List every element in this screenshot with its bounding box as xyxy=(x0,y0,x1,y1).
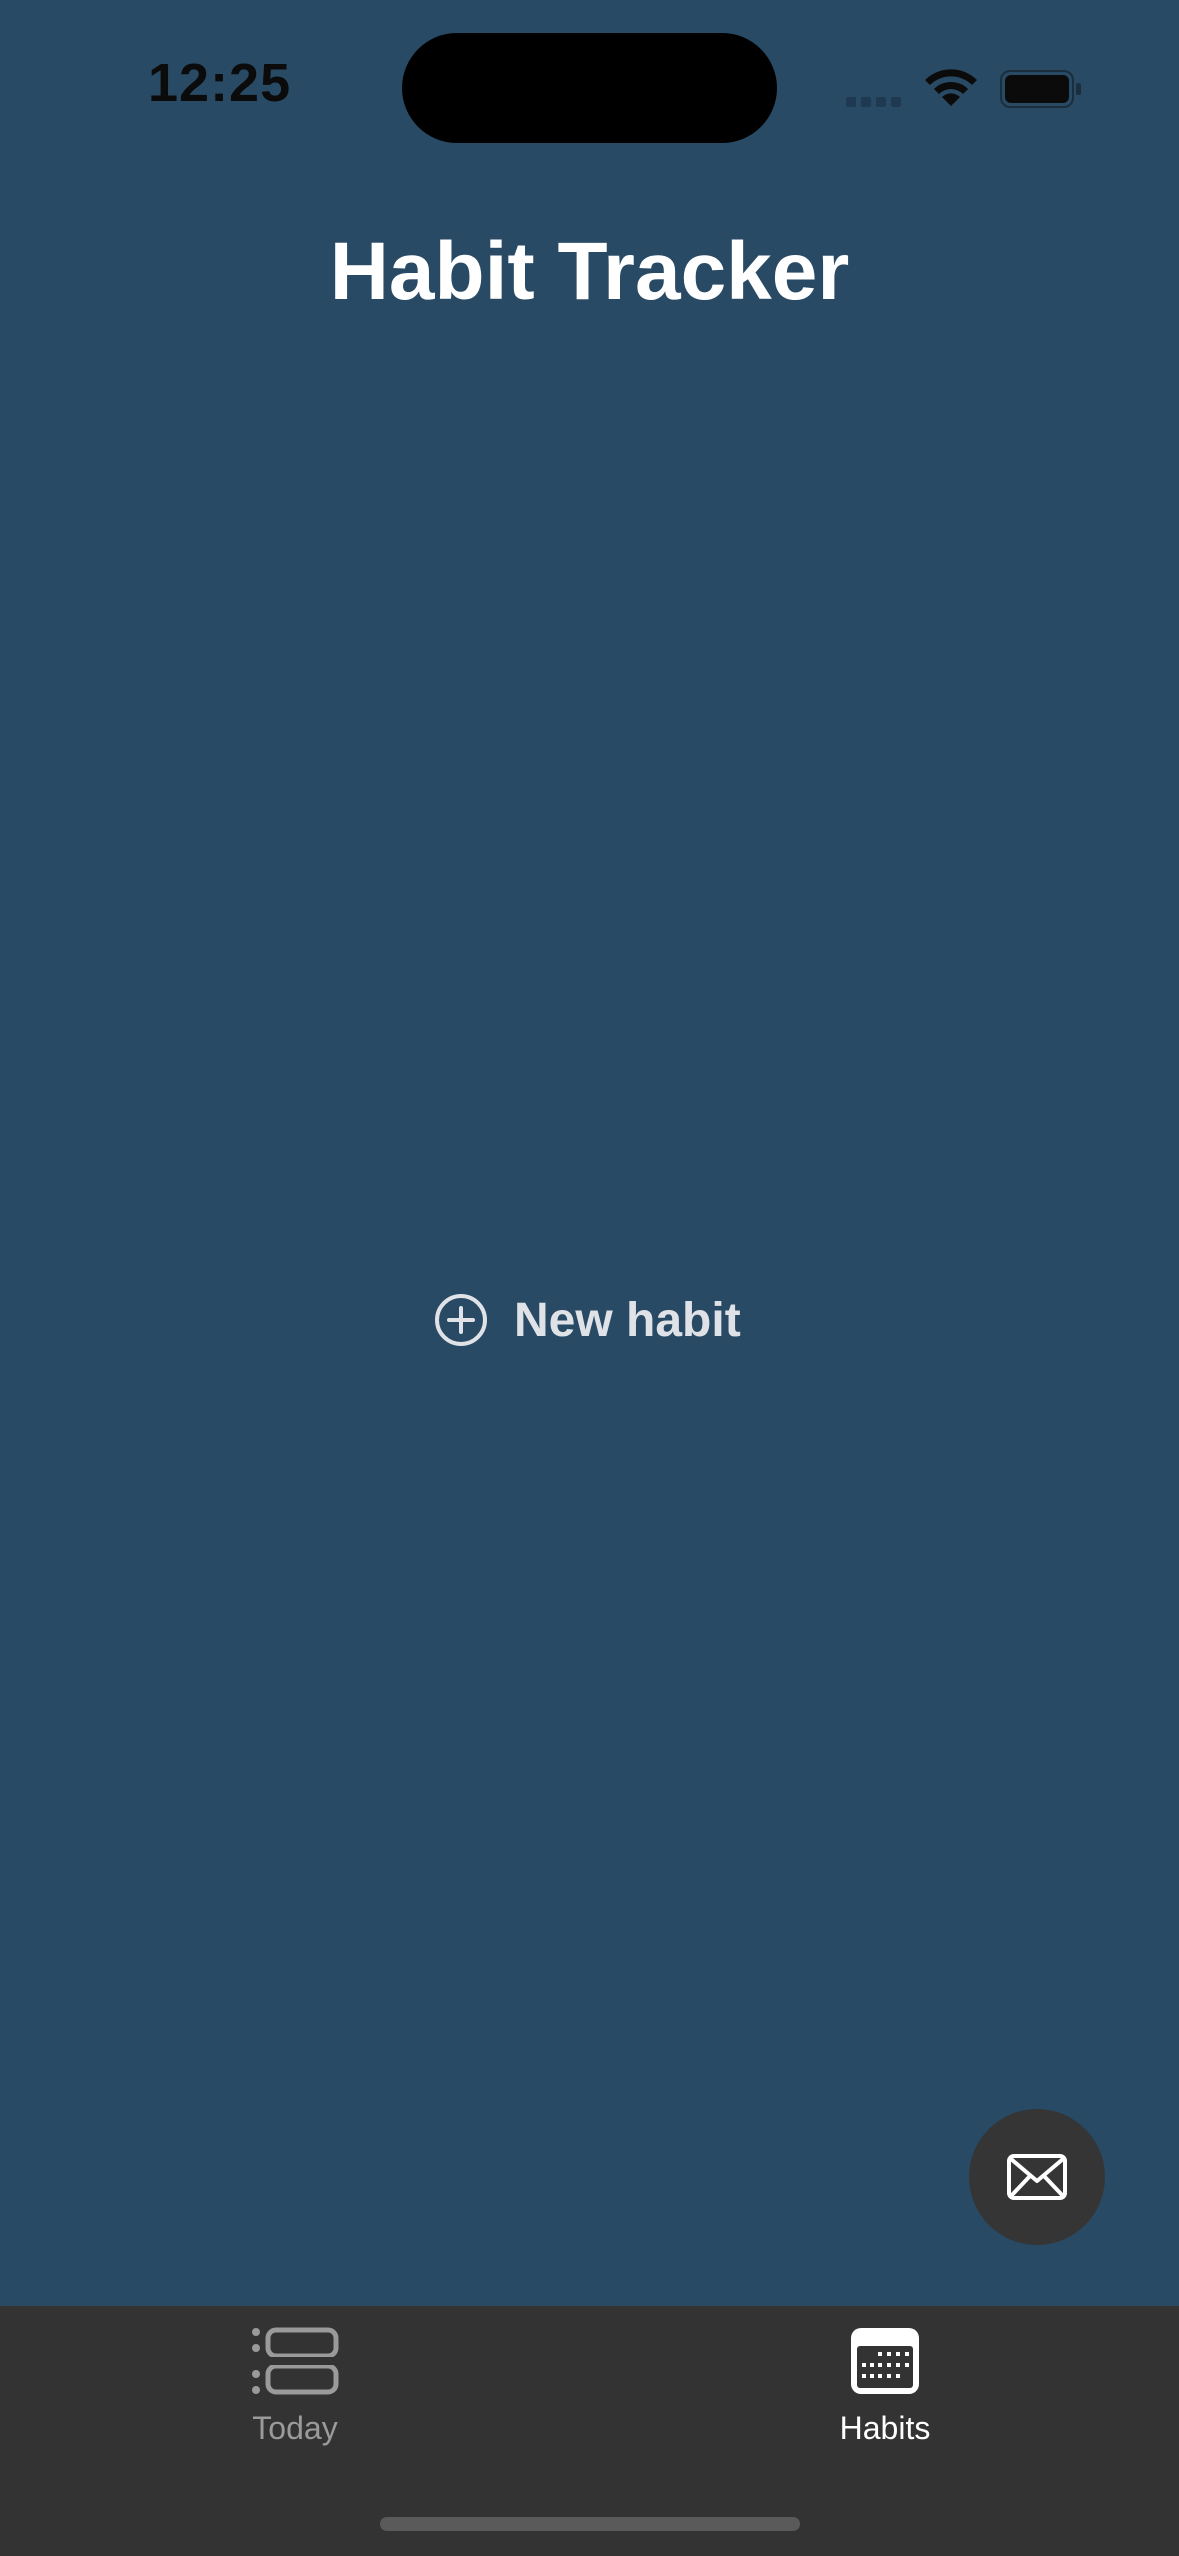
wifi-icon xyxy=(925,69,977,106)
new-habit-button[interactable]: New habit xyxy=(434,1290,741,1350)
tab-bar: Today Habits xyxy=(0,2306,1179,2556)
tab-habits-label: Habits xyxy=(839,2410,931,2446)
tab-today[interactable]: Today xyxy=(145,2326,445,2447)
envelope-icon xyxy=(1007,2154,1067,2200)
feedback-mail-button[interactable] xyxy=(969,2109,1105,2245)
calendar-icon xyxy=(851,2328,919,2394)
battery-icon xyxy=(1000,70,1081,108)
list-icon xyxy=(252,2327,340,2395)
status-bar: 12:25 xyxy=(0,0,1179,180)
cellular-signal-icon xyxy=(846,94,906,112)
status-time: 12:25 xyxy=(148,53,292,113)
tab-habits[interactable]: Habits xyxy=(735,2326,1035,2447)
dynamic-island xyxy=(402,33,777,143)
plus-circle-icon xyxy=(435,1294,487,1346)
home-indicator[interactable] xyxy=(380,2517,800,2531)
new-habit-label: New habit xyxy=(514,1293,741,1347)
page-title: Habit Tracker xyxy=(329,226,850,317)
tab-today-label: Today xyxy=(252,2410,338,2446)
